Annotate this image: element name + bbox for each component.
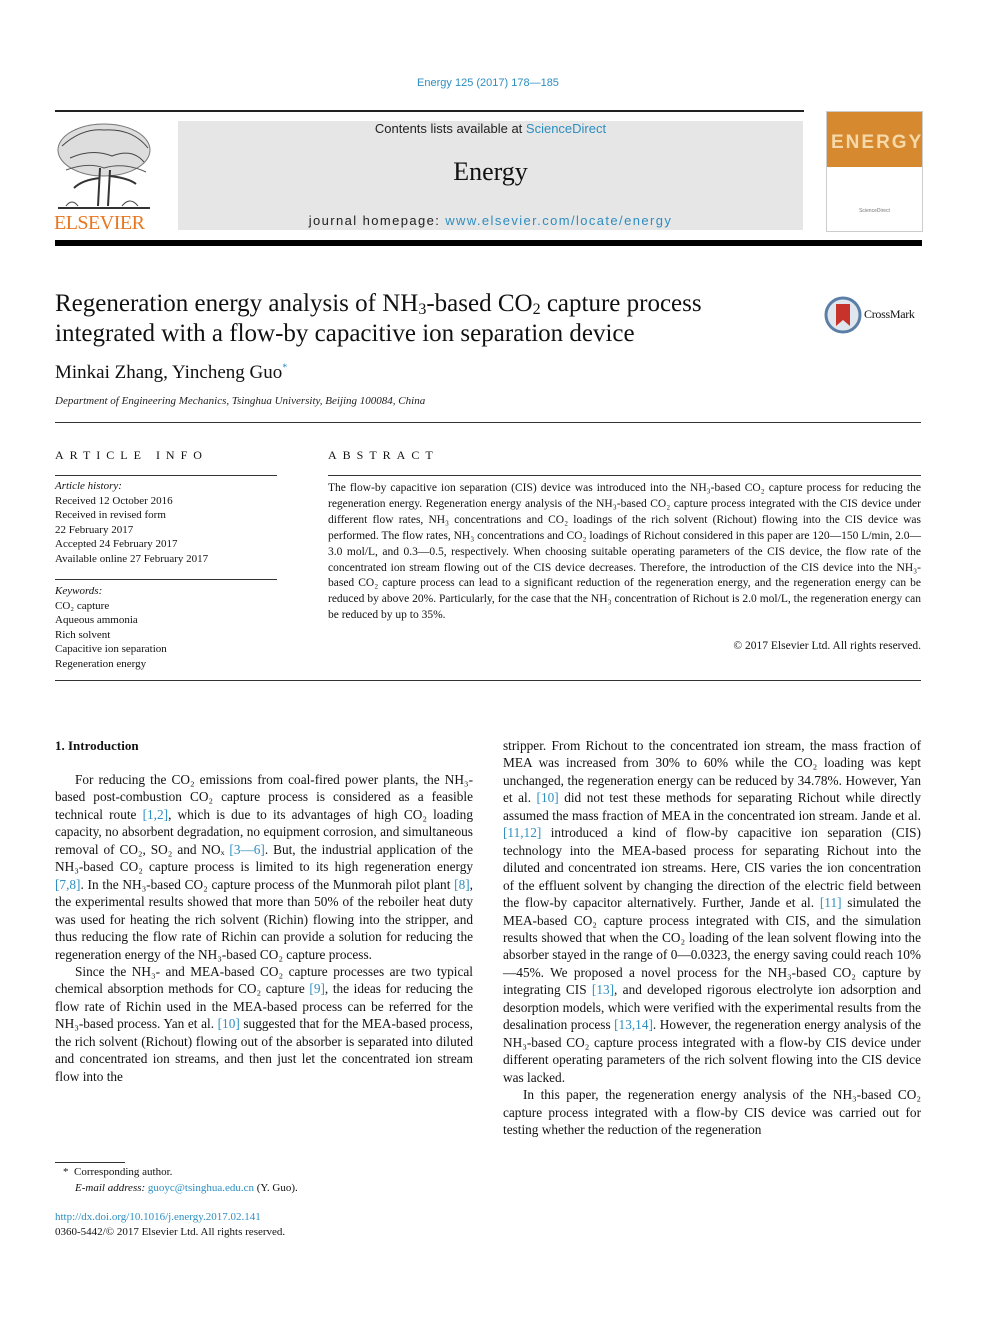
journal-masthead: Contents lists available at ScienceDirec… xyxy=(178,121,803,230)
citation-link[interactable]: [9] xyxy=(309,981,325,996)
footnote-rule xyxy=(55,1162,125,1163)
keywords-label: Keywords: xyxy=(55,585,103,597)
body-paragraph: For reducing the CO₂ emissions from coal… xyxy=(55,772,473,962)
crossmark-label: CrossMark xyxy=(864,307,915,321)
citation-link[interactable]: [10] xyxy=(218,1016,240,1031)
abstract-bottom-rule xyxy=(55,680,921,681)
footnote-label: Corresponding author. xyxy=(74,1166,173,1178)
title-text-2: -based CO xyxy=(426,290,533,317)
doi-block: http://dx.doi.org/10.1016/j.energy.2017.… xyxy=(55,1210,475,1240)
cover-title: ENERGY xyxy=(831,132,924,153)
footnote-marker: * xyxy=(63,1166,69,1178)
history-item: 22 February 2017 xyxy=(55,523,134,536)
body-paragraph: stripper. From Richout to the concentrat… xyxy=(503,738,922,1085)
crossmark-icon xyxy=(824,296,862,334)
email-suffix: (Y. Guo). xyxy=(253,1181,298,1194)
citation-link[interactable]: [11] xyxy=(820,895,842,910)
journal-homepage: journal homepage: www.elsevier.com/locat… xyxy=(178,213,803,228)
masthead-bottom-rule xyxy=(55,240,922,246)
journal-cover-thumbnail[interactable]: ENERGY ScienceDirect xyxy=(826,111,923,232)
history-label: Article history: xyxy=(55,480,122,492)
crossmark-button[interactable]: CrossMark xyxy=(824,296,924,336)
author-list: Minkai Zhang, Yincheng Guo* xyxy=(55,362,287,384)
author-email-link[interactable]: guoyc@tsinghua.edu.cn xyxy=(148,1182,254,1194)
history-item: Received in revised form xyxy=(55,509,166,521)
article-info-heading: ARTICLE INFO xyxy=(55,448,208,462)
citation-link[interactable]: [13,14] xyxy=(614,1017,653,1032)
homepage-prefix: journal homepage: xyxy=(308,213,446,228)
keyword-item: Regeneration energy xyxy=(55,657,147,670)
body-right-column: stripper. From Richout to the concentrat… xyxy=(503,737,921,1138)
article-info-rule xyxy=(55,475,277,476)
contents-prefix: Contents lists available at xyxy=(374,121,526,136)
affiliation: Department of Engineering Mechanics, Tsi… xyxy=(55,395,426,407)
cover-footer: ScienceDirect xyxy=(859,208,890,214)
citation-link[interactable]: [1,2] xyxy=(143,807,168,822)
citation-link[interactable]: [8] xyxy=(454,877,470,892)
citation-link[interactable]: [13] xyxy=(592,982,614,997)
corresponding-author-footnote: * Corresponding author. E-mail address: … xyxy=(55,1165,475,1196)
keyword-item: Aqueous ammonia xyxy=(55,614,138,626)
history-item: Accepted 24 February 2017 xyxy=(55,538,178,550)
body-left-column: For reducing the CO₂ emissions from coal… xyxy=(55,771,473,1085)
keyword-item: CO₂ capture xyxy=(55,599,110,612)
article-history: Article history: Received 12 October 201… xyxy=(55,479,277,566)
sciencedirect-link[interactable]: ScienceDirect xyxy=(526,121,606,136)
article-title: Regeneration energy analysis of NH3-base… xyxy=(55,289,805,349)
masthead-top-rule xyxy=(55,110,804,112)
journal-homepage-link[interactable]: www.elsevier.com/locate/energy xyxy=(445,213,672,228)
keywords-rule xyxy=(55,579,277,580)
abstract-copyright: © 2017 Elsevier Ltd. All rights reserved… xyxy=(733,640,921,652)
section-heading-introduction: 1. Introduction xyxy=(55,738,139,753)
corresponding-author-link[interactable]: * xyxy=(282,363,287,374)
title-text-1: Regeneration energy analysis of NH xyxy=(55,290,419,317)
issn-copyright: 0360-5442/© 2017 Elsevier Ltd. All right… xyxy=(55,1226,286,1238)
keywords: Keywords: CO₂ capture Aqueous ammonia Ri… xyxy=(55,584,277,671)
contents-availability: Contents lists available at ScienceDirec… xyxy=(178,121,803,136)
authors-text: Minkai Zhang, Yincheng Guo xyxy=(55,362,283,383)
abstract-body: The flow-by capacitive ion separation (C… xyxy=(328,482,921,622)
citation-link[interactable]: [10] xyxy=(537,790,559,805)
email-label: E-mail address: xyxy=(75,1181,146,1194)
doi-link[interactable]: http://dx.doi.org/10.1016/j.energy.2017.… xyxy=(55,1210,475,1225)
publisher-wordmark: ELSEVIER xyxy=(54,212,145,234)
citation-link[interactable]: [7,8] xyxy=(55,877,80,892)
citation-link[interactable]: [11,12] xyxy=(503,825,541,840)
history-item: Available online 27 February 2017 xyxy=(55,552,209,565)
title-subscript-2: 2 xyxy=(532,301,541,318)
abstract-heading: ABSTRACT xyxy=(328,448,439,462)
keyword-item: Rich solvent xyxy=(55,628,111,641)
keyword-item: Capacitive ion separation xyxy=(55,643,167,655)
history-item: Received 12 October 2016 xyxy=(55,494,173,507)
journal-citation-link[interactable]: Energy 125 (2017) 178—185 xyxy=(0,77,976,89)
abstract-rule xyxy=(328,475,921,476)
title-divider xyxy=(55,422,921,423)
body-paragraph: Since the NH₃- and MEA-based CO₂ capture… xyxy=(55,963,473,1084)
journal-name: Energy xyxy=(453,157,528,186)
body-paragraph: In this paper, the regeneration energy a… xyxy=(503,1087,921,1137)
citation-link[interactable]: [3—6] xyxy=(229,842,264,857)
